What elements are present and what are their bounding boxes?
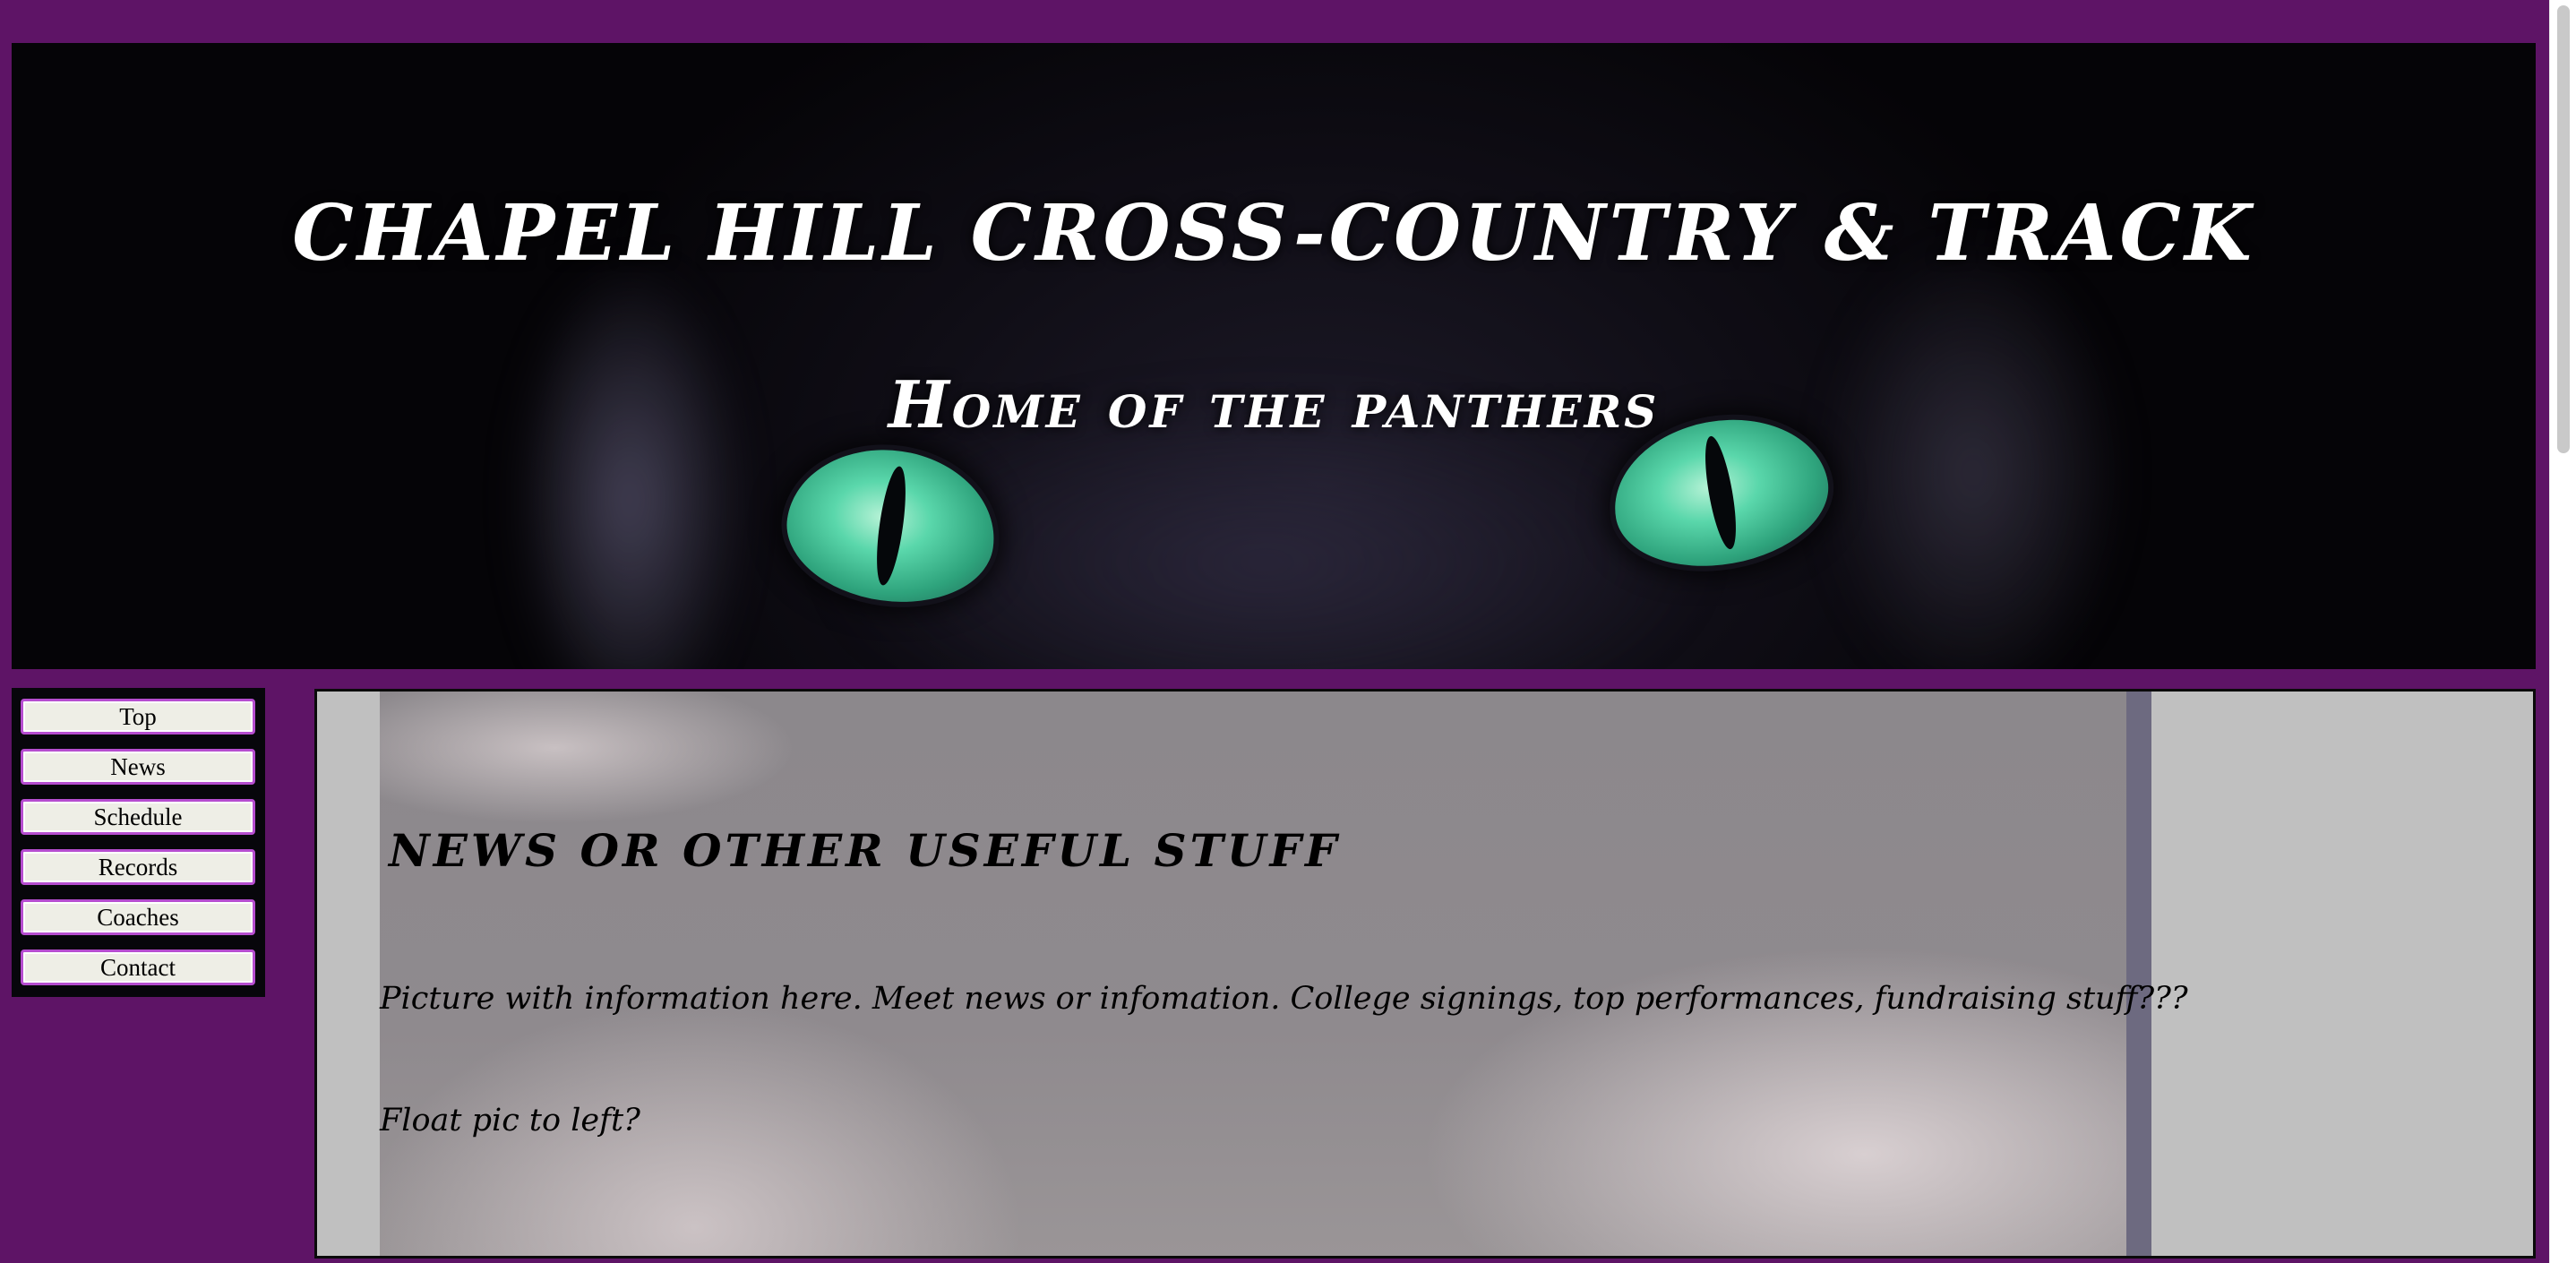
news-content-panel: NEWS OR OTHER USEFUL STUFF Picture with … [314,689,2536,1259]
nav-schedule-button[interactable]: Schedule [21,799,255,835]
header-banner: CHAPEL HILL CROSS-COUNTRY & TRACK Home o… [12,43,2536,669]
page-scrollbar[interactable] [2549,0,2576,1263]
nav-contact-button[interactable]: Contact [21,949,255,985]
panther-left-pupil [871,464,912,588]
nav-records-button[interactable]: Records [21,849,255,885]
site-title: CHAPEL HILL CROSS-COUNTRY & TRACK [292,188,2255,279]
page: CHAPEL HILL CROSS-COUNTRY & TRACK Home o… [0,0,2576,1263]
panther-fur-highlight-right [1821,240,2125,669]
news-paragraph: Float pic to left? [380,1103,640,1138]
news-heading: NEWS OR OTHER USEFUL STUFF [389,824,1341,877]
nav-coaches-button[interactable]: Coaches [21,899,255,935]
scrollbar-thumb[interactable] [2557,5,2570,453]
news-image-edge [2126,692,2151,1256]
news-background-image [380,692,2126,1256]
nav-top-button[interactable]: Top [21,699,255,735]
site-subtitle: Home of the panthers [888,366,1660,442]
nav-news-button[interactable]: News [21,749,255,785]
panther-fur-highlight-left [513,258,746,669]
news-paragraph: Picture with information here. Meet news… [380,981,2188,1017]
side-nav: Top News Schedule Records Coaches Contac… [12,688,265,997]
panther-right-pupil [1699,434,1742,552]
